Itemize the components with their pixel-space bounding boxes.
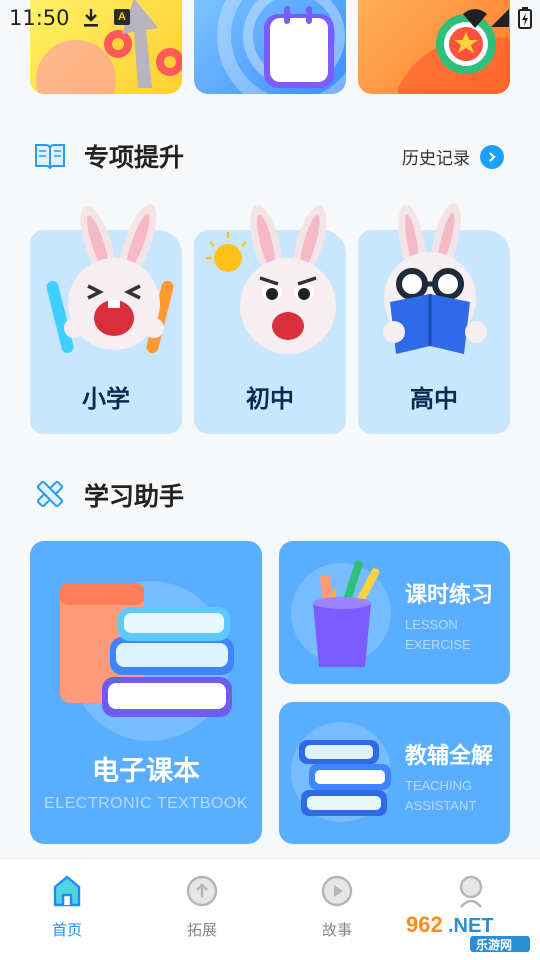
teaching-assistant-subtitle-1: TEACHING — [405, 778, 473, 793]
special-section-title: 专项提升 — [84, 143, 185, 172]
teaching-assistant-card[interactable]: 教辅全解 TEACHING ASSISTANT — [279, 702, 510, 844]
lesson-exercise-subtitle-2: EXERCISE — [405, 637, 471, 652]
lesson-exercise-card[interactable]: 课时练习 LESSON EXERCISE — [279, 541, 510, 684]
bunny-high-icon — [383, 203, 487, 354]
tab-expand[interactable]: 拓展 — [162, 873, 242, 940]
books-stack-icon — [60, 583, 234, 717]
tab-home[interactable]: 首页 — [27, 873, 107, 940]
electronic-textbook-title: 电子课本 — [92, 756, 200, 787]
story-play-icon — [321, 875, 353, 907]
watermark-logo: 962 .NET 乐游网 — [400, 908, 534, 954]
teaching-assistant-subtitle-2: ASSISTANT — [405, 798, 477, 813]
download-icon — [84, 9, 98, 27]
electronic-textbook-subtitle: ELECTRONIC TEXTBOOK — [44, 795, 248, 812]
bunny-primary-icon — [46, 204, 174, 354]
profile-icon — [459, 875, 483, 908]
grade-primary-label: 小学 — [82, 385, 130, 413]
expand-icon — [186, 875, 218, 907]
chevron-right-icon — [480, 144, 504, 169]
status-time: 11:50 — [9, 6, 70, 30]
tab-expand-label: 拓展 — [186, 921, 217, 939]
grade-card-primary[interactable]: 小学 — [30, 202, 182, 434]
grade-high-label: 高中 — [410, 385, 458, 413]
home-icon — [53, 875, 81, 907]
status-bar: 11:50 A — [0, 0, 540, 36]
grade-card-middle[interactable]: 初中 — [194, 202, 346, 434]
wifi-icon — [463, 9, 487, 28]
tab-story[interactable]: 故事 — [297, 873, 377, 940]
history-label: 历史记录 — [402, 149, 470, 169]
grade-card-high[interactable]: 高中 — [358, 202, 510, 434]
book-icon — [35, 144, 65, 170]
signal-icon — [491, 9, 509, 27]
app-notification-icon: A — [114, 9, 130, 25]
svg-text:乐游网: 乐游网 — [476, 937, 512, 952]
grade-middle-label: 初中 — [246, 385, 294, 413]
svg-text:.NET: .NET — [448, 915, 494, 937]
lesson-exercise-title: 课时练习 — [405, 583, 494, 608]
history-link[interactable]: 历史记录 — [402, 144, 504, 169]
bunny-middle-icon — [206, 204, 336, 354]
svg-text:962: 962 — [406, 912, 443, 937]
electronic-textbook-card[interactable]: 电子课本 ELECTRONIC TEXTBOOK — [30, 541, 262, 844]
assistant-section-title: 学习助手 — [84, 482, 185, 511]
battery-icon — [518, 7, 532, 29]
pencil-ruler-icon — [36, 480, 64, 508]
tab-story-label: 故事 — [321, 921, 352, 939]
pencil-cup-icon — [313, 560, 380, 667]
lesson-exercise-subtitle-1: LESSON — [405, 617, 458, 632]
tab-home-label: 首页 — [51, 921, 82, 939]
teaching-assistant-title: 教辅全解 — [405, 744, 494, 769]
study-books-icon — [299, 740, 391, 816]
